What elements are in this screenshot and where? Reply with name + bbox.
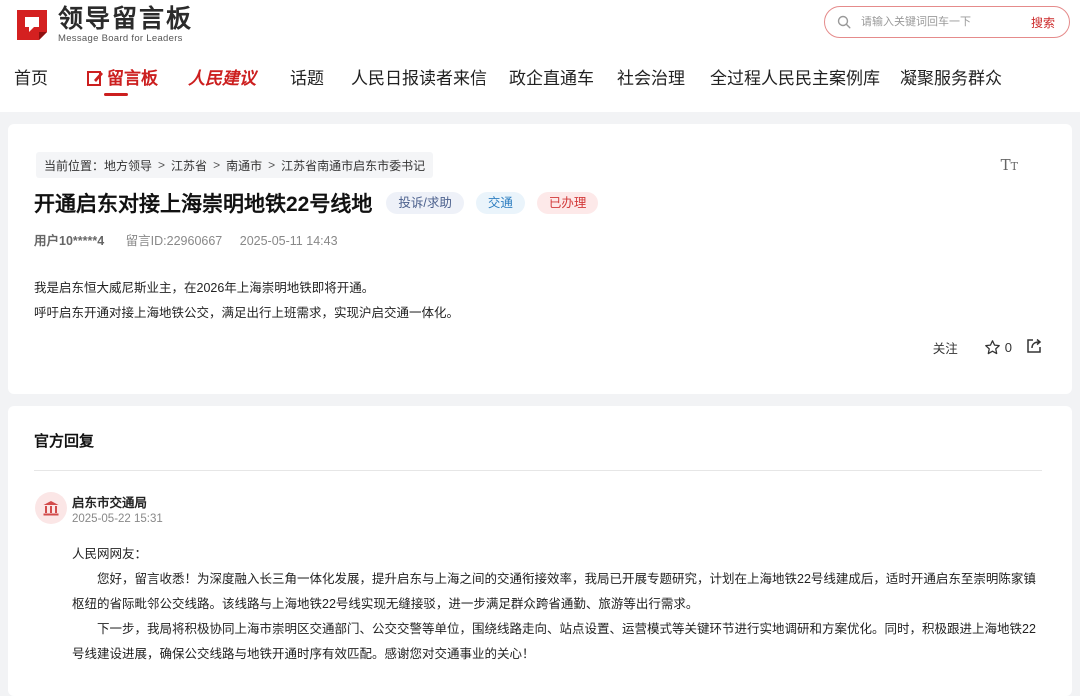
- logo-subtitle: Message Board for Leaders: [58, 33, 193, 44]
- logo-mark-icon: [14, 7, 50, 43]
- message-card: 当前位置： 地方领导 > 江苏省 > 南通市 > 江苏省南通市启东市委书记 TT…: [8, 124, 1072, 394]
- reply-paragraph: 下一步，我局将积极协同上海市崇明区交通部门、公交交警等单位，围绕线路走向、站点设…: [72, 617, 1044, 667]
- reply-department: 启东市交通局: [72, 492, 147, 511]
- share-icon: [1026, 338, 1042, 354]
- search-box: 搜索: [824, 6, 1070, 38]
- official-reply-card: 官方回复 启东市交通局 2025-05-22 15:31 人民网网友： 您好，留…: [8, 406, 1072, 696]
- nav-active-indicator: [104, 93, 128, 96]
- divider: [34, 470, 1042, 471]
- search-icon[interactable]: [837, 15, 851, 29]
- main-nav: 首页 留言板 人民建议 话题 人民日报读者来信 政企直通车 社会治理 全过程人民…: [0, 58, 1080, 98]
- star-button[interactable]: 0: [984, 339, 1012, 356]
- message-id: 留言ID:22960667: [126, 234, 223, 248]
- breadcrumb-label: 当前位置：: [44, 157, 104, 174]
- breadcrumb: 当前位置： 地方领导 > 江苏省 > 南通市 > 江苏省南通市启东市委书记: [36, 152, 433, 178]
- breadcrumb-separator: >: [213, 158, 220, 172]
- breadcrumb-item[interactable]: 南通市: [226, 157, 262, 174]
- message-actions: 关注 0: [933, 338, 1042, 357]
- reply-paragraph: 您好，留言收悉！为深度融入长三角一体化发展，提升启东与上海之间的交通衔接效率，我…: [72, 567, 1044, 617]
- nav-item-readers-letters[interactable]: 人民日报读者来信: [351, 64, 487, 89]
- nav-item-gov-enterprise[interactable]: 政企直通车: [509, 64, 594, 89]
- site-logo[interactable]: 领导留言板 Message Board for Leaders: [14, 5, 193, 44]
- message-title: 开通启东对接上海崇明地铁22号线地: [34, 188, 372, 218]
- tag-category: 交通: [476, 192, 525, 214]
- breadcrumb-item[interactable]: 江苏省: [171, 157, 207, 174]
- nav-item-serve-masses[interactable]: 凝聚服务群众: [900, 64, 1002, 89]
- nav-item-democracy-cases[interactable]: 全过程人民民主案例库: [710, 64, 880, 89]
- nav-item-topics[interactable]: 话题: [290, 64, 324, 89]
- breadcrumb-separator: >: [158, 158, 165, 172]
- message-user: 用户10*****4: [34, 234, 104, 248]
- message-title-row: 开通启东对接上海崇明地铁22号线地 投诉/求助 交通 已办理: [34, 188, 598, 218]
- tag-type: 投诉/求助: [386, 192, 463, 214]
- message-content: 我是启东恒大威尼斯业主，在2026年上海崇明地铁即将开通。 呼吁启东开通对接上海…: [34, 276, 459, 326]
- government-building-icon: [42, 499, 60, 517]
- reply-time: 2025-05-22 15:31: [72, 513, 163, 525]
- status-badge: 已办理: [537, 192, 599, 214]
- avatar: [35, 492, 67, 524]
- nav-item-message-board[interactable]: 留言板: [86, 64, 158, 89]
- message-content-line: 呼吁启东开通对接上海地铁公交，满足出行上班需求，实现沪启交通一体化。: [34, 301, 459, 326]
- nav-item-social-governance[interactable]: 社会治理: [617, 64, 685, 89]
- star-icon: [984, 339, 1001, 356]
- breadcrumb-separator: >: [268, 158, 275, 172]
- message-content-line: 我是启东恒大威尼斯业主，在2026年上海崇明地铁即将开通。: [34, 276, 459, 301]
- nav-item-people-suggestion-label: 人民建议: [188, 69, 256, 89]
- nav-item-people-suggestion[interactable]: 人民建议: [188, 64, 256, 89]
- logo-title: 领导留言板: [58, 5, 193, 33]
- font-size-toggle[interactable]: TT: [1001, 156, 1018, 174]
- search-input[interactable]: [861, 16, 1011, 28]
- share-button[interactable]: [1026, 338, 1042, 357]
- follow-button[interactable]: 关注: [933, 338, 958, 357]
- site-header: 领导留言板 Message Board for Leaders 搜索 首页 留言…: [0, 0, 1080, 112]
- message-time: 2025-05-11 14:43: [240, 234, 338, 248]
- message-meta: 用户10*****4 留言ID:22960667 2025-05-11 14:4…: [34, 230, 338, 249]
- nav-item-message-board-label: 留言板: [107, 69, 158, 88]
- star-count: 0: [1005, 340, 1012, 355]
- reply-greeting: 人民网网友：: [72, 542, 1044, 567]
- edit-icon: [86, 69, 104, 87]
- breadcrumb-item[interactable]: 江苏省南通市启东市委书记: [281, 157, 425, 174]
- search-button[interactable]: 搜索: [1031, 14, 1055, 31]
- breadcrumb-item[interactable]: 地方领导: [104, 157, 152, 174]
- nav-item-home[interactable]: 首页: [14, 64, 48, 89]
- reply-body: 人民网网友： 您好，留言收悉！为深度融入长三角一体化发展，提升启东与上海之间的交…: [72, 542, 1044, 667]
- reply-section-title: 官方回复: [34, 430, 94, 451]
